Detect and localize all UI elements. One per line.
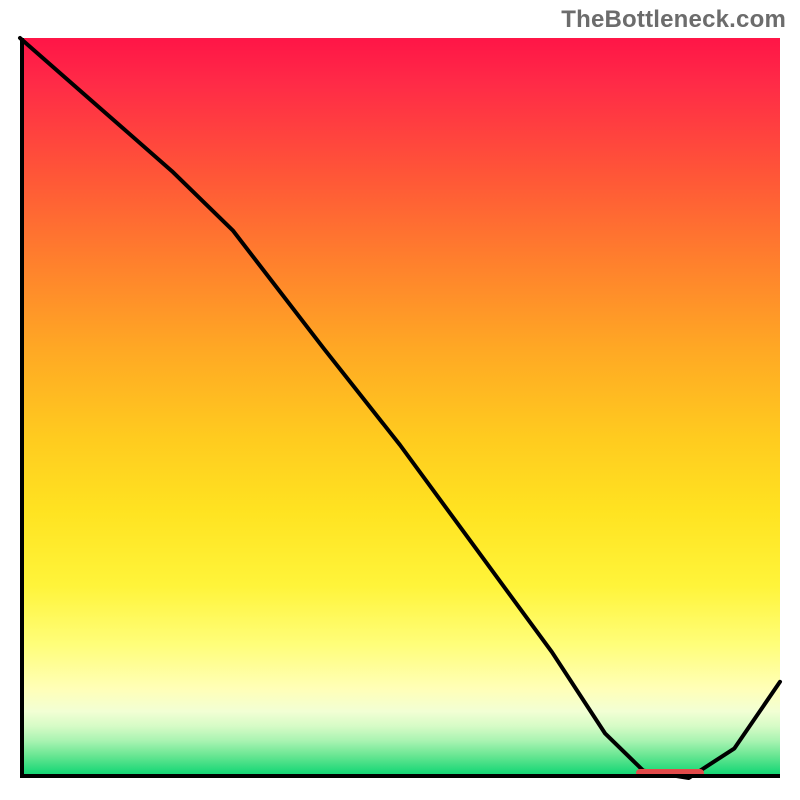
chart-line-series — [20, 38, 780, 778]
optimum-marker — [636, 769, 704, 777]
watermark-label: TheBottleneck.com — [561, 6, 786, 34]
chart-plot-area — [20, 38, 780, 778]
